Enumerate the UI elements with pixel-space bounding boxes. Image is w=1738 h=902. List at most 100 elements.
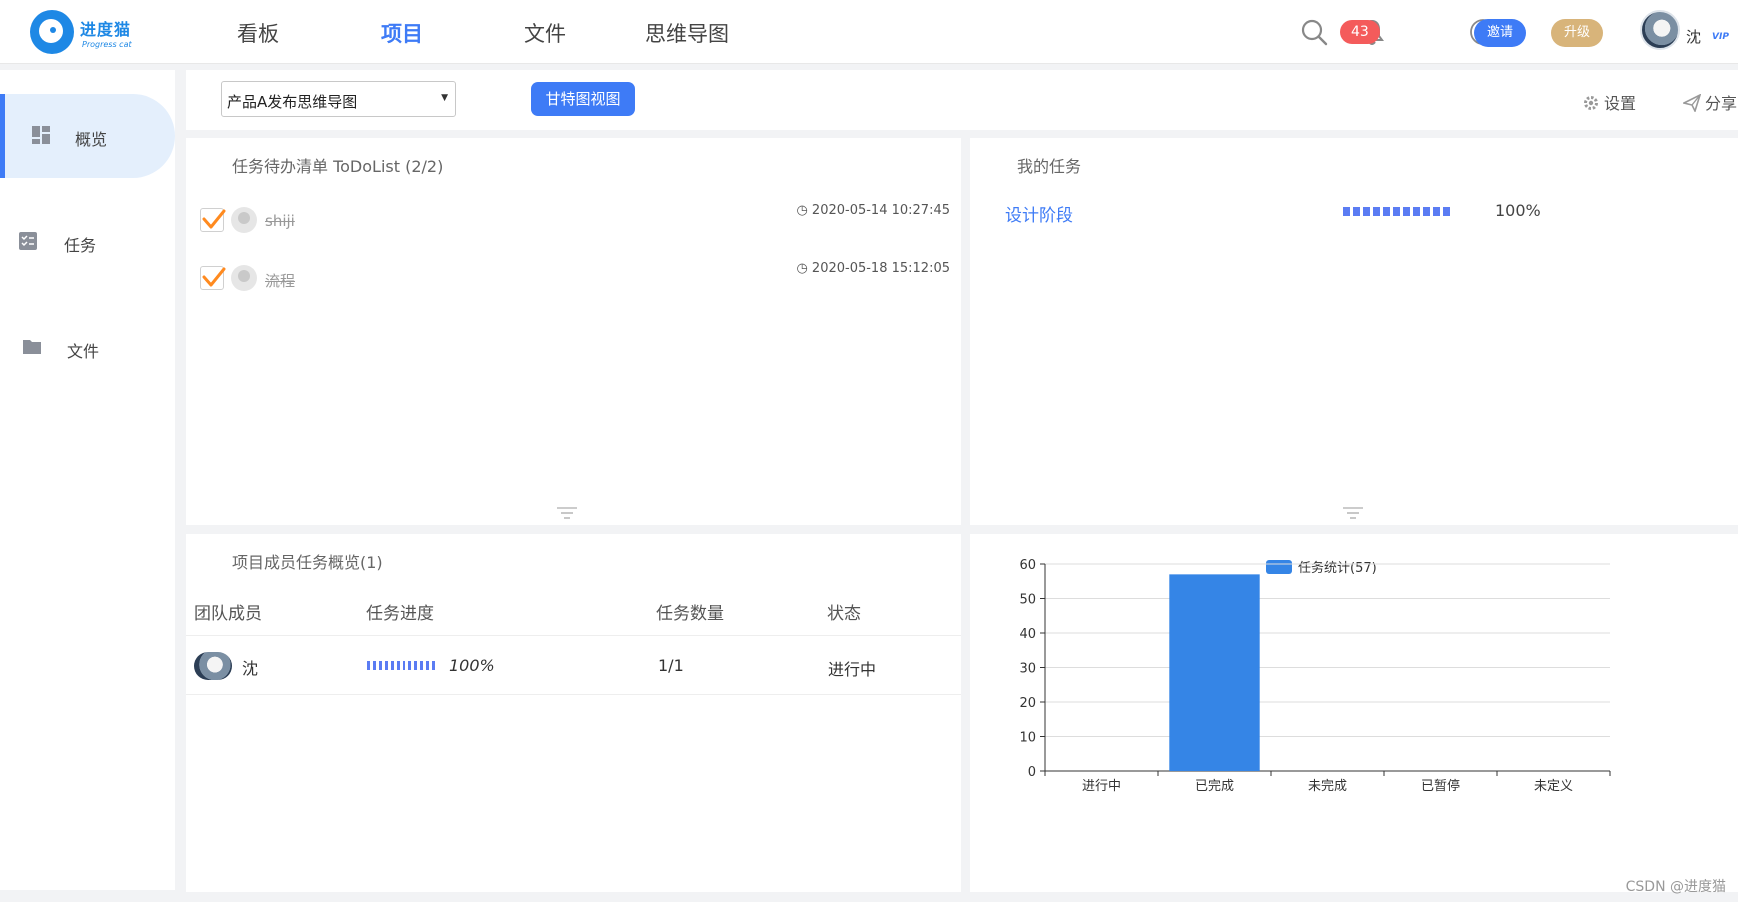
dashboard-icon: [32, 126, 50, 144]
nav-item-board[interactable]: 看板: [237, 18, 279, 48]
my-task-progress-label: 100%: [1495, 201, 1541, 220]
progress-segment: [367, 661, 370, 670]
sidebar: 概览 任务 文件: [0, 70, 175, 890]
search-icon[interactable]: [1300, 18, 1328, 46]
todo-checkbox[interactable]: [200, 266, 226, 290]
todo-time: ◷ 2020-05-14 10:27:45: [796, 203, 950, 218]
progress-segment: [1373, 207, 1380, 216]
sidebar-item-overview[interactable]: 概览: [0, 94, 175, 178]
progress-segment: [402, 661, 406, 670]
sidebar-item-tasks[interactable]: 任务: [0, 200, 175, 284]
todo-time: ◷ 2020-05-18 15:12:05: [796, 261, 950, 276]
progress-segment: [1343, 207, 1350, 216]
nav-item-mindmap[interactable]: 思维导图: [645, 18, 729, 48]
logo-name: 进度猫: [80, 20, 132, 39]
member-progress-label: 100%: [449, 656, 495, 675]
app-logo[interactable]: 进度猫 Progress cat: [30, 10, 150, 54]
y-tick-label: 40: [1019, 627, 1036, 642]
x-tick-label: 未完成: [1308, 779, 1347, 794]
progress-segment: [372, 661, 376, 670]
column-header-status: 状态: [827, 604, 861, 624]
project-toolbar: 产品A发布思维导图 ▼ 甘特图视图 设置 分享: [186, 70, 1738, 130]
members-card-title: 项目成员任务概览(1): [232, 553, 383, 572]
column-header-progress: 任务进度: [366, 604, 434, 624]
y-tick-label: 10: [1019, 731, 1036, 746]
column-header-member: 团队成员: [194, 604, 262, 624]
clock-icon: ◷: [796, 261, 812, 276]
member-avatar: [194, 652, 232, 680]
checkmark-icon: [202, 209, 226, 229]
folder-icon: [23, 340, 41, 354]
assignee-avatar: [231, 265, 257, 291]
x-tick-label: 未定义: [1534, 779, 1573, 794]
filter-icon[interactable]: [1342, 505, 1364, 521]
legend-label: 任务统计(57): [1298, 560, 1377, 576]
todo-text: 流程: [265, 272, 296, 290]
nav-item-files[interactable]: 文件: [524, 18, 566, 48]
members-card: 项目成员任务概览(1) 团队成员 任务进度 任务数量 状态 沈 100% 1/1…: [186, 534, 961, 892]
x-tick-label: 进行中: [1082, 779, 1121, 794]
member-status: 进行中: [828, 660, 877, 679]
filter-icon[interactable]: [556, 505, 578, 521]
progress-segment: [426, 661, 430, 670]
progress-segment: [396, 661, 400, 670]
upgrade-button[interactable]: 升级: [1551, 19, 1604, 47]
progress-segment: [1393, 207, 1400, 216]
table-divider: [186, 694, 961, 695]
todo-item[interactable]: 流程 ◷ 2020-05-18 15:12:05: [200, 261, 960, 298]
assignee-avatar: [231, 207, 257, 233]
member-name: 沈: [242, 659, 259, 678]
todo-checkbox[interactable]: [200, 208, 226, 232]
task-stats-bar-chart: 任务统计(57) 0 10 20 30 40 50 60 进行中 已完成 未完成 已暂停 未定义: [1019, 558, 1611, 794]
y-tick-label: 60: [1019, 558, 1036, 573]
chart-bar: [1169, 574, 1260, 771]
todo-time-value: 2020-05-18 15:12:05: [811, 261, 950, 276]
notification-count-badge[interactable]: 43: [1340, 20, 1380, 44]
vip-badge: VIP: [1712, 32, 1729, 42]
progress-segment: [1353, 207, 1360, 216]
progress-segment: [1403, 207, 1410, 216]
progress-segment: [432, 661, 436, 670]
progress-segment: [1413, 207, 1420, 216]
sidebar-item-label: 文件: [67, 342, 100, 361]
y-tick-label: 20: [1019, 696, 1036, 711]
user-name[interactable]: 沈: [1686, 26, 1701, 47]
todo-item[interactable]: shiji ◷ 2020-05-14 10:27:45: [200, 203, 960, 240]
task-list-icon: [19, 232, 37, 250]
my-task-progress-bar: [1343, 207, 1455, 216]
y-tick-label: 30: [1019, 662, 1036, 677]
logo-cat-icon: [30, 10, 74, 54]
member-progress-bar: [367, 661, 436, 670]
x-tick-label: 已完成: [1195, 779, 1234, 794]
sidebar-item-files[interactable]: 文件: [0, 306, 175, 390]
column-header-count: 任务数量: [656, 604, 724, 624]
progress-segment: [414, 661, 418, 670]
my-tasks-card-title: 我的任务: [1017, 157, 1082, 176]
my-task-name[interactable]: 设计阶段: [1005, 201, 1073, 226]
sidebar-item-label: 概览: [75, 130, 108, 149]
progress-segment: [378, 661, 382, 670]
gantt-view-button[interactable]: 甘特图视图: [531, 82, 635, 116]
table-row[interactable]: 沈 100% 1/1 进行中: [186, 636, 961, 694]
todo-text: shiji: [265, 212, 295, 230]
invite-button[interactable]: 邀请: [1474, 19, 1527, 47]
user-avatar[interactable]: [1640, 10, 1680, 50]
task-stats-chart-card: 任务统计(57) 0 10 20 30 40 50 60 进行中 已完成 未完成 已暂停 未定义: [970, 534, 1738, 892]
progress-segment: [1443, 207, 1450, 216]
progress-segment: [420, 661, 424, 670]
todo-time-value: 2020-05-14 10:27:45: [811, 203, 950, 218]
share-button[interactable]: 分享: [1681, 90, 1737, 114]
progress-segment: [384, 661, 388, 670]
settings-label: 设置: [1604, 94, 1637, 113]
project-select-value: 产品A发布思维导图: [227, 93, 358, 111]
project-select[interactable]: 产品A发布思维导图 ▼: [221, 81, 456, 117]
paper-plane-icon: [1681, 93, 1702, 114]
top-navigation-bar: 进度猫 Progress cat 看板 项目 文件 思维导图 43 邀请 升级 …: [0, 0, 1738, 64]
settings-button[interactable]: 设置: [1582, 90, 1636, 114]
gear-icon: [1584, 96, 1598, 110]
checkmark-icon: [202, 267, 226, 287]
logo-subtitle: Progress cat: [82, 40, 132, 49]
progress-segment: [408, 661, 412, 670]
nav-item-project[interactable]: 项目: [381, 18, 423, 48]
todo-card: 任务待办清单 ToDoList (2/2) shiji ◷ 2020-05-14…: [186, 138, 961, 525]
